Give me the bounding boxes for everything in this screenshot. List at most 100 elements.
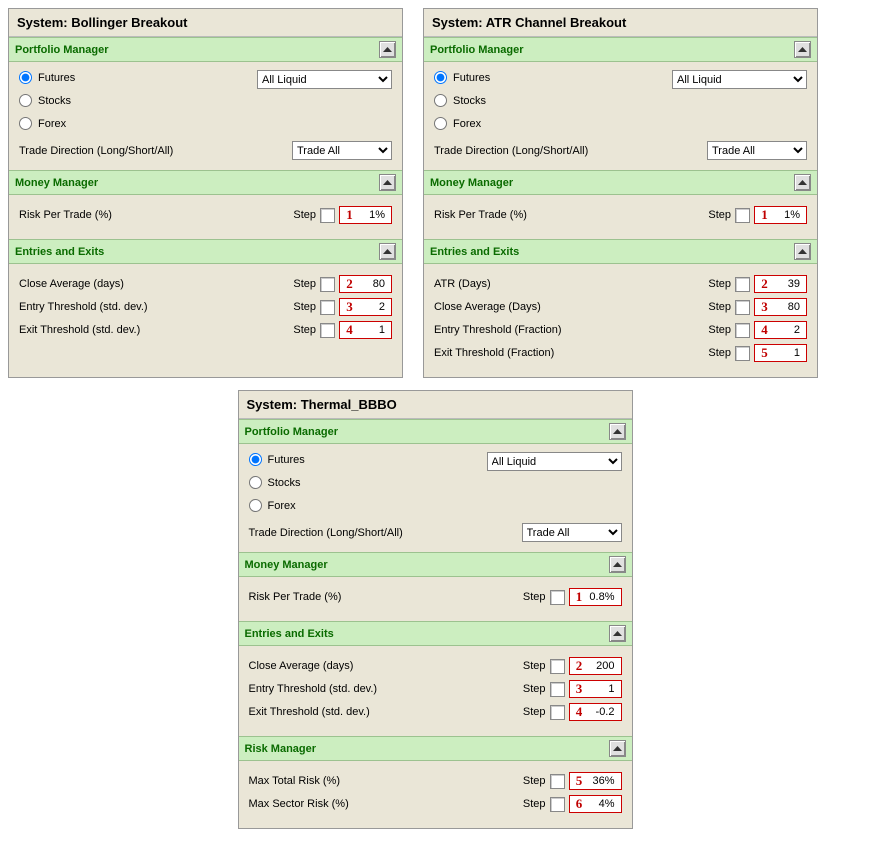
- step-checkbox[interactable]: [320, 277, 335, 292]
- value-box[interactable]: 239: [754, 275, 807, 293]
- radio-input[interactable]: [434, 71, 447, 84]
- param-value: -0.2: [587, 706, 619, 718]
- step-checkbox[interactable]: [320, 300, 335, 315]
- step-checkbox[interactable]: [550, 590, 565, 605]
- value-box[interactable]: 280: [339, 275, 392, 293]
- value-box[interactable]: 4-0.2: [569, 703, 622, 721]
- collapse-button[interactable]: [609, 740, 626, 757]
- collapse-button[interactable]: [609, 625, 626, 642]
- radio-stocks[interactable]: Stocks: [19, 94, 75, 107]
- radio-forex[interactable]: Forex: [434, 117, 490, 130]
- radio-stocks[interactable]: Stocks: [249, 476, 305, 489]
- radio-input[interactable]: [434, 117, 447, 130]
- value-box[interactable]: 51: [754, 344, 807, 362]
- radio-input[interactable]: [249, 453, 262, 466]
- radio-forex[interactable]: Forex: [249, 499, 305, 512]
- step-checkbox[interactable]: [320, 323, 335, 338]
- param-value: 80: [357, 278, 389, 290]
- step-checkbox[interactable]: [735, 300, 750, 315]
- direction-dropdown[interactable]: Trade All: [522, 523, 622, 542]
- radio-forex[interactable]: Forex: [19, 117, 75, 130]
- radio-input[interactable]: [249, 499, 262, 512]
- section-header-label: Portfolio Manager: [15, 44, 109, 56]
- radio-futures[interactable]: Futures: [249, 453, 305, 466]
- step-label: Step: [293, 324, 316, 336]
- system-panel-thermal: System: Thermal_BBBO Portfolio Manager F…: [238, 390, 633, 829]
- value-box[interactable]: 11%: [754, 206, 807, 224]
- section-header-risk: Risk Manager: [239, 736, 632, 761]
- annotation-number: 5: [572, 773, 587, 789]
- system-panel-bollinger: System: Bollinger Breakout Portfolio Man…: [8, 8, 403, 378]
- section-body-entries: Close Average (days) Step280 Entry Thres…: [9, 264, 402, 354]
- collapse-button[interactable]: [794, 41, 811, 58]
- radio-futures[interactable]: Futures: [19, 71, 75, 84]
- step-checkbox[interactable]: [320, 208, 335, 223]
- section-header-label: Risk Manager: [245, 743, 317, 755]
- value-box[interactable]: 2200: [569, 657, 622, 675]
- value-box[interactable]: 380: [754, 298, 807, 316]
- collapse-button[interactable]: [794, 174, 811, 191]
- param-label: Exit Threshold (std. dev.): [19, 324, 140, 336]
- section-body-entries: ATR (Days) Step239 Close Average (Days) …: [424, 264, 817, 377]
- chevron-up-icon: [613, 562, 622, 567]
- step-checkbox[interactable]: [735, 208, 750, 223]
- portfolio-dropdown[interactable]: All Liquid: [487, 452, 622, 471]
- direction-label: Trade Direction (Long/Short/All): [434, 145, 588, 157]
- collapse-button[interactable]: [379, 174, 396, 191]
- value-box[interactable]: 42: [754, 321, 807, 339]
- value-box[interactable]: 32: [339, 298, 392, 316]
- radio-input[interactable]: [19, 117, 32, 130]
- step-label: Step: [523, 683, 546, 695]
- direction-dropdown[interactable]: Trade All: [707, 141, 807, 160]
- step-checkbox[interactable]: [550, 682, 565, 697]
- section-header-entries: Entries and Exits: [9, 239, 402, 264]
- value-box[interactable]: 10.8%: [569, 588, 622, 606]
- radio-futures[interactable]: Futures: [434, 71, 490, 84]
- radio-input[interactable]: [19, 71, 32, 84]
- step-checkbox[interactable]: [735, 323, 750, 338]
- collapse-button[interactable]: [609, 423, 626, 440]
- collapse-button[interactable]: [794, 243, 811, 260]
- section-body-money: Risk Per Trade (%) Step 1 1%: [9, 195, 402, 239]
- param-row: Max Total Risk (%) Step536%: [249, 772, 622, 790]
- value-box[interactable]: 1 1%: [339, 206, 392, 224]
- step-checkbox[interactable]: [735, 346, 750, 361]
- param-value: 1%: [772, 209, 804, 221]
- param-row: Close Average (days) Step2200: [249, 657, 622, 675]
- value-box[interactable]: 536%: [569, 772, 622, 790]
- step-label: Step: [523, 798, 546, 810]
- step-checkbox[interactable]: [550, 797, 565, 812]
- chevron-up-icon: [383, 249, 392, 254]
- radio-label: Stocks: [453, 95, 486, 107]
- annotation-number: 2: [572, 658, 587, 674]
- radio-stocks[interactable]: Stocks: [434, 94, 490, 107]
- portfolio-dropdown[interactable]: All Liquid: [672, 70, 807, 89]
- annotation-number: 3: [572, 681, 587, 697]
- value-box[interactable]: 41: [339, 321, 392, 339]
- param-value: 0.8%: [587, 591, 619, 603]
- radio-input[interactable]: [434, 94, 447, 107]
- value-box[interactable]: 31: [569, 680, 622, 698]
- step-label: Step: [523, 591, 546, 603]
- portfolio-dropdown[interactable]: All Liquid: [257, 70, 392, 89]
- radio-label: Forex: [453, 118, 481, 130]
- annotation-number: 1: [757, 207, 772, 223]
- collapse-button[interactable]: [379, 41, 396, 58]
- step-checkbox[interactable]: [550, 659, 565, 674]
- radio-input[interactable]: [249, 476, 262, 489]
- section-header-money: Money Manager: [9, 170, 402, 195]
- radio-input[interactable]: [19, 94, 32, 107]
- param-label: Exit Threshold (Fraction): [434, 347, 554, 359]
- direction-dropdown[interactable]: Trade All: [292, 141, 392, 160]
- collapse-button[interactable]: [609, 556, 626, 573]
- param-row: Entry Threshold (Fraction) Step42: [434, 321, 807, 339]
- section-header-label: Entries and Exits: [15, 246, 104, 258]
- step-checkbox[interactable]: [550, 705, 565, 720]
- value-box[interactable]: 64%: [569, 795, 622, 813]
- step-checkbox[interactable]: [735, 277, 750, 292]
- section-body-portfolio: Futures Stocks Forex All Liquid Trade Di…: [9, 62, 402, 170]
- collapse-button[interactable]: [379, 243, 396, 260]
- chevron-up-icon: [798, 47, 807, 52]
- radio-label: Forex: [268, 500, 296, 512]
- step-checkbox[interactable]: [550, 774, 565, 789]
